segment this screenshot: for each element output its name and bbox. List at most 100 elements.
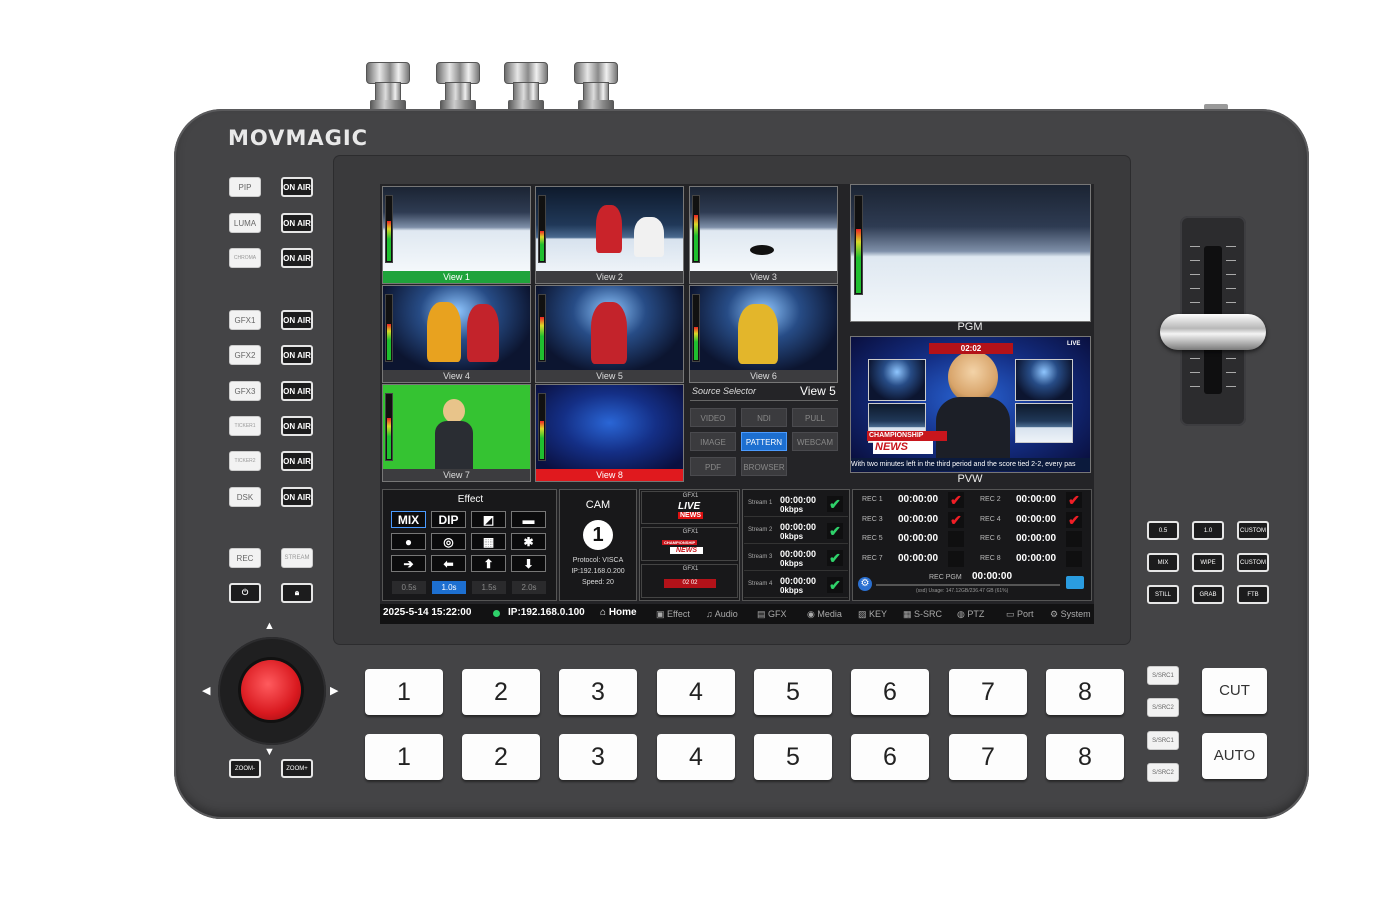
gfx-item-1[interactable]: GFX1 LIVE NEWS xyxy=(641,491,738,524)
s-src-button[interactable]: S/SRC1 xyxy=(1147,666,1179,685)
wipe-star-icon[interactable]: ✱ xyxy=(511,533,546,550)
rec-button[interactable]: REC xyxy=(229,548,261,568)
left-key-chroma[interactable]: CHROMA xyxy=(229,248,261,268)
view-tile-2[interactable]: View 2 xyxy=(535,186,684,284)
source-pattern-button[interactable]: PATTERN xyxy=(741,432,787,451)
auto-button[interactable]: AUTO xyxy=(1202,733,1267,779)
on-air-button[interactable]: ON AIR xyxy=(281,345,313,365)
view-tile-4[interactable]: View 4 xyxy=(382,285,531,383)
right-key-mix[interactable]: MIX xyxy=(1147,553,1179,572)
nav-s-src[interactable]: ▦ S-SRC xyxy=(903,609,942,620)
record-check-icon[interactable]: ✔ xyxy=(948,531,964,547)
pvw-source-button-3[interactable]: 3 xyxy=(559,734,637,780)
effect-dip-button[interactable]: DIP xyxy=(431,511,466,528)
record-check-icon[interactable]: ✔ xyxy=(948,492,964,508)
view-tile-5[interactable]: View 5 xyxy=(535,285,684,383)
source-browser-button[interactable]: BROWSER xyxy=(741,457,787,476)
nav-effect[interactable]: ▣ Effect xyxy=(656,609,690,620)
source-pull-button[interactable]: PULL xyxy=(792,408,838,427)
pvw-source-button-4[interactable]: 4 xyxy=(657,734,735,780)
s-src-button[interactable]: S/SRC1 xyxy=(1147,731,1179,750)
left-key-gfx3[interactable]: GFX3 xyxy=(229,381,261,401)
effect-speed-button[interactable]: 0.5s xyxy=(392,581,426,594)
nav-media[interactable]: ◉ Media xyxy=(807,609,842,620)
nav-home[interactable]: ⌂ Home xyxy=(600,607,637,618)
right-key-grab[interactable]: GRAB xyxy=(1192,585,1224,604)
pvw-source-button-2[interactable]: 2 xyxy=(462,734,540,780)
wipe-grid-icon[interactable]: ▦ xyxy=(471,533,506,550)
on-air-button[interactable]: ON AIR xyxy=(281,310,313,330)
nav-audio[interactable]: ♫ Audio xyxy=(706,609,738,619)
view-tile-1[interactable]: View 1 xyxy=(382,186,531,284)
on-air-button[interactable]: ON AIR xyxy=(281,451,313,471)
cut-button[interactable]: CUT xyxy=(1202,668,1267,714)
s-src-button[interactable]: S/SRC2 xyxy=(1147,698,1179,717)
pgm-source-button-5[interactable]: 5 xyxy=(754,669,832,715)
on-air-button[interactable]: ON AIR xyxy=(281,177,313,197)
stream-check-icon[interactable]: ✔ xyxy=(827,550,843,566)
source-image-button[interactable]: IMAGE xyxy=(690,432,736,451)
rec-pgm-gear-icon[interactable]: ⚙ xyxy=(858,577,872,591)
s-src-button[interactable]: S/SRC2 xyxy=(1147,763,1179,782)
pvw-source-button-5[interactable]: 5 xyxy=(754,734,832,780)
source-ndi-button[interactable]: NDI xyxy=(741,408,787,427)
pgm-source-button-1[interactable]: 1 xyxy=(365,669,443,715)
wipe-bar-icon[interactable]: ▬ xyxy=(511,511,546,528)
left-key-ticker2[interactable]: TICKER2 xyxy=(229,451,261,471)
right-key-wipe[interactable]: WIPE xyxy=(1192,553,1224,572)
record-check-icon[interactable]: ✔ xyxy=(1066,511,1082,528)
stream-check-icon[interactable]: ✔ xyxy=(827,523,843,539)
left-key-ticker1[interactable]: TICKER1 xyxy=(229,416,261,436)
on-air-button[interactable]: ON AIR xyxy=(281,213,313,233)
power-button[interactable]: ⏻ xyxy=(229,583,261,603)
view-tile-8[interactable]: View 8 xyxy=(535,384,684,482)
record-check-icon[interactable]: ✔ xyxy=(1066,492,1082,508)
pvw-source-button-8[interactable]: 8 xyxy=(1046,734,1124,780)
pvw-source-button-7[interactable]: 7 xyxy=(949,734,1027,780)
pgm-source-button-8[interactable]: 8 xyxy=(1046,669,1124,715)
cam-number-icon[interactable]: 1 xyxy=(583,520,613,550)
stream-check-icon[interactable]: ✔ xyxy=(827,577,843,593)
view-tile-7[interactable]: View 7 xyxy=(382,384,531,482)
gfx-item-3[interactable]: GFX1 02 02 xyxy=(641,564,738,598)
effect-speed-button[interactable]: 1.5s xyxy=(472,581,506,594)
gfx-item-2[interactable]: GFX1 CHAMPIONSHIP NEWS xyxy=(641,527,738,561)
right-key-ftb[interactable]: FTB xyxy=(1237,585,1269,604)
pgm-source-button-2[interactable]: 2 xyxy=(462,669,540,715)
source-video-button[interactable]: VIDEO xyxy=(690,408,736,427)
rec-pgm-button[interactable] xyxy=(1066,576,1084,589)
nav-ptz[interactable]: ◍ PTZ xyxy=(957,609,984,620)
left-key-gfx2[interactable]: GFX2 xyxy=(229,345,261,365)
on-air-button[interactable]: ON AIR xyxy=(281,248,313,268)
wipe-down-icon[interactable]: ⬇ xyxy=(511,555,546,572)
pvw-source-button-1[interactable]: 1 xyxy=(365,734,443,780)
wipe-left-icon[interactable]: ⬅ xyxy=(431,555,466,572)
on-air-button[interactable]: ON AIR xyxy=(281,487,313,507)
source-webcam-button[interactable]: WEBCAM xyxy=(792,432,838,451)
source-pdf-button[interactable]: PDF xyxy=(690,457,736,476)
record-check-icon[interactable]: ✔ xyxy=(1066,550,1082,567)
view-tile-6[interactable]: View 6 xyxy=(689,285,838,383)
tbar-handle[interactable] xyxy=(1160,314,1266,350)
on-air-button[interactable]: ON AIR xyxy=(281,416,313,436)
record-check-icon[interactable]: ✔ xyxy=(948,550,964,567)
effect-mix-button[interactable]: MIX xyxy=(391,511,426,528)
left-key-luma[interactable]: LUMA xyxy=(229,213,261,233)
nav-key[interactable]: ▨ KEY xyxy=(858,609,887,620)
pgm-source-button-7[interactable]: 7 xyxy=(949,669,1027,715)
view-tile-3[interactable]: View 3 xyxy=(689,186,838,284)
effect-speed-button[interactable]: 2.0s xyxy=(512,581,546,594)
pgm-source-button-6[interactable]: 6 xyxy=(851,669,929,715)
effect-speed-button[interactable]: 1.0s xyxy=(432,581,466,594)
stream-check-icon[interactable]: ✔ xyxy=(827,496,843,512)
wipe-iris-icon[interactable]: ◎ xyxy=(431,533,466,550)
on-air-button[interactable]: ON AIR xyxy=(281,381,313,401)
zoom-minus-button[interactable]: ZOOM- xyxy=(229,759,261,778)
right-key-0-5[interactable]: 0.5 xyxy=(1147,521,1179,540)
wipe-circle-icon[interactable]: ● xyxy=(391,533,426,550)
left-key-pip[interactable]: PIP xyxy=(229,177,261,197)
pgm-source-button-3[interactable]: 3 xyxy=(559,669,637,715)
pvw-source-button-6[interactable]: 6 xyxy=(851,734,929,780)
wipe-right-icon[interactable]: ➔ xyxy=(391,555,426,572)
nav-port[interactable]: ▭ Port xyxy=(1006,609,1034,620)
